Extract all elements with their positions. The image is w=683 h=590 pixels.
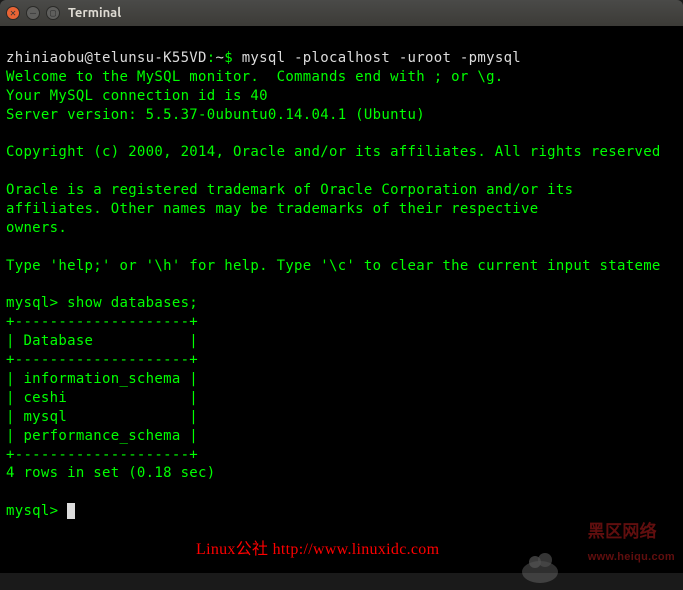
- mysql-trademark-2: affiliates. Other names may be trademark…: [6, 201, 538, 217]
- table-row: | ceshi |: [6, 390, 198, 406]
- watermark-linuxidc: Linux公社 http://www.linuxidc.com: [196, 539, 439, 561]
- close-icon[interactable]: ✕: [6, 6, 20, 20]
- prompt-separator: $: [224, 50, 233, 66]
- prompt-cwd: ~: [216, 50, 225, 66]
- result-summary: 4 rows in set (0.18 sec): [6, 465, 216, 481]
- mysql-trademark-3: owners.: [6, 220, 67, 236]
- mysql-prompt-2: mysql>: [6, 503, 58, 519]
- table-row: | mysql |: [6, 409, 198, 425]
- mysql-welcome: Welcome to the MySQL monitor. Commands e…: [6, 69, 504, 85]
- table-row: | performance_schema |: [6, 428, 198, 444]
- maximize-icon[interactable]: ▢: [46, 6, 60, 20]
- table-border-bot: +--------------------+: [6, 447, 198, 463]
- sql-command: show databases;: [67, 295, 198, 311]
- mysql-connection-id: Your MySQL connection id is 40: [6, 88, 268, 104]
- table-border-mid: +--------------------+: [6, 352, 198, 368]
- window-controls: ✕ – ▢: [6, 6, 60, 20]
- mysql-prompt: mysql>: [6, 295, 58, 311]
- watermark-heiqu: 黑区网络www.heiqu.com: [588, 521, 675, 567]
- mysql-version: Server version: 5.5.37-0ubuntu0.14.04.1 …: [6, 107, 425, 123]
- table-header: | Database |: [6, 333, 198, 349]
- cursor: [67, 503, 75, 519]
- table-border-top: +--------------------+: [6, 314, 198, 330]
- watermark-logo-icon: [503, 533, 543, 565]
- prompt-user-host: zhiniaobu@telunsu-K55VD: [6, 50, 207, 66]
- minimize-icon[interactable]: –: [26, 6, 40, 20]
- titlebar: ✕ – ▢ Terminal: [0, 0, 683, 26]
- shell-command: mysql -plocalhost -uroot -pmysql: [242, 50, 521, 66]
- table-row: | information_schema |: [6, 371, 198, 387]
- mysql-trademark-1: Oracle is a registered trademark of Orac…: [6, 182, 573, 198]
- mysql-copyright: Copyright (c) 2000, 2014, Oracle and/or …: [6, 144, 661, 160]
- terminal-content[interactable]: zhiniaobu@telunsu-K55VD:~$ mysql -plocal…: [0, 26, 683, 573]
- mysql-help: Type 'help;' or '\h' for help. Type '\c'…: [6, 258, 661, 274]
- window-title: Terminal: [68, 6, 121, 20]
